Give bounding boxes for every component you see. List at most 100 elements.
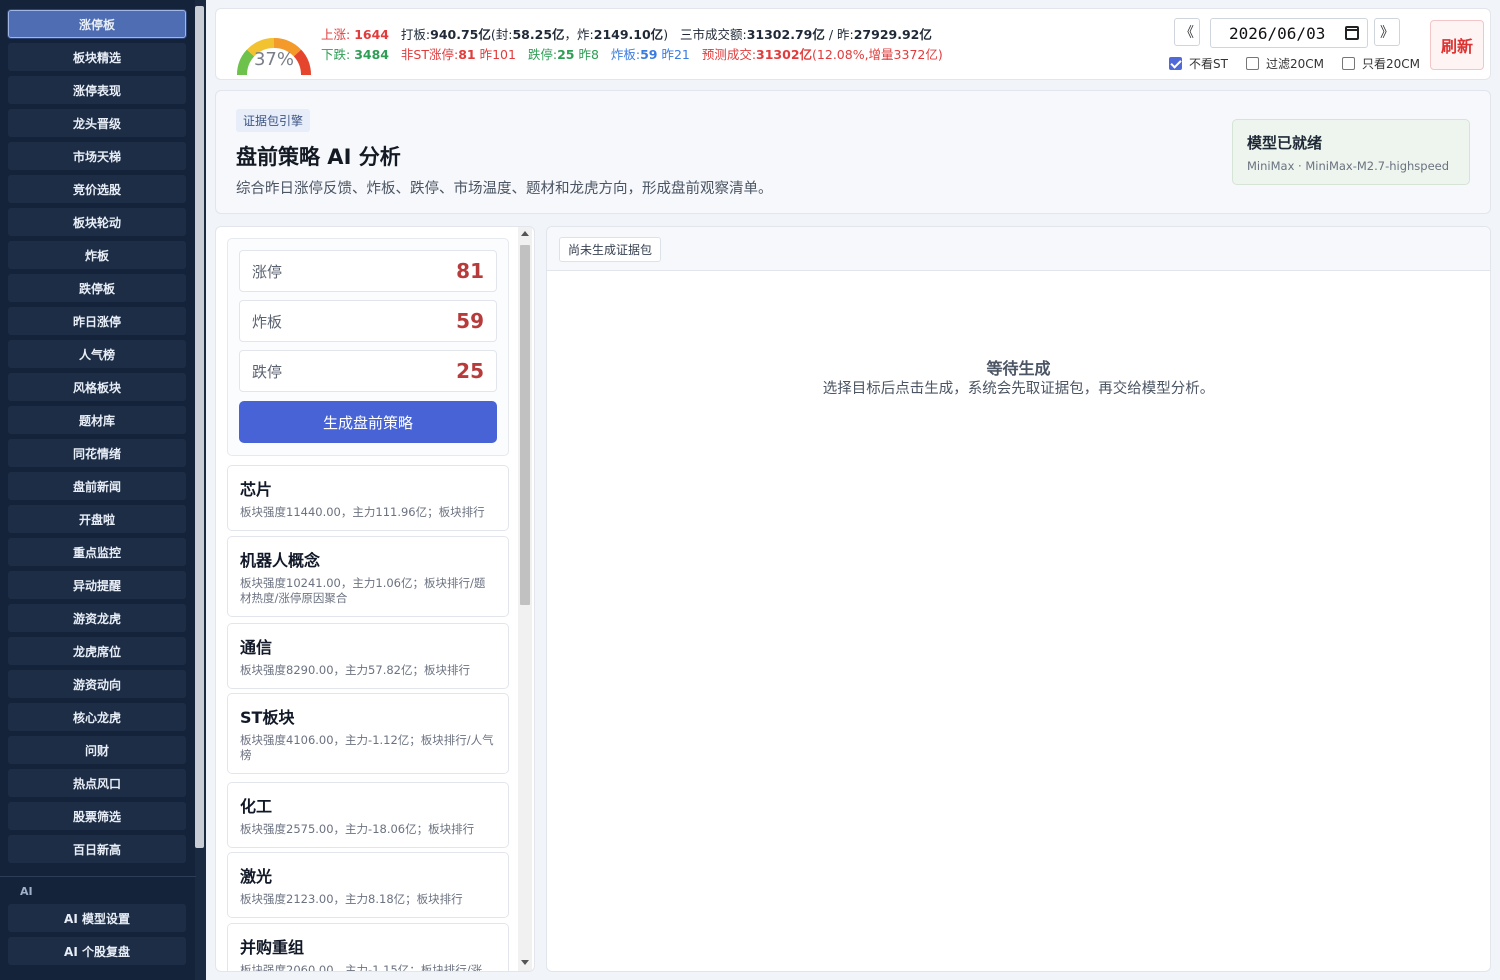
sidebar-item[interactable]: 昨日涨停: [8, 307, 186, 335]
theme-card[interactable]: 机器人概念 板块强度10241.00，主力1.06亿；板块排行/题材热度/涨停原因…: [227, 536, 509, 617]
stat-label: 涨停: [252, 262, 283, 281]
sidebar-item[interactable]: 板块轮动: [8, 208, 186, 236]
sidebar-item[interactable]: 同花情绪: [8, 439, 186, 467]
page-title: 盘前策略 AI 分析: [236, 145, 401, 169]
sidebar-scrollbar-thumb[interactable]: [195, 6, 204, 848]
sidebar-ai-item[interactable]: AI 模型设置: [8, 904, 186, 932]
sidebar-item[interactable]: 重点监控: [8, 538, 186, 566]
sidebar-item[interactable]: 炸板: [8, 241, 186, 269]
theme-description: 板块强度10241.00，主力1.06亿；板块排行/题材热度/涨停原因聚合: [240, 576, 486, 605]
sidebar-ai-item[interactable]: AI 个股复盘: [8, 937, 186, 965]
waiting-title: 等待生成: [986, 359, 1051, 378]
zhaban-prev: 昨21: [661, 47, 690, 62]
strategy-title-panel: 证据包引擎 盘前策略 AI 分析 综合昨日涨停反馈、炸板、跌停、市场温度、题材和…: [215, 90, 1491, 214]
sidebar-item[interactable]: 游资动向: [8, 670, 186, 698]
generate-strategy-button[interactable]: 生成盘前策略: [239, 401, 497, 443]
turnover-prev-amount: 27929.92亿: [853, 27, 932, 42]
sidebar-item[interactable]: 游资龙虎: [8, 604, 186, 632]
down-count: 3484: [354, 47, 389, 62]
sidebar-item[interactable]: 人气榜: [8, 340, 186, 368]
filter-checkbox[interactable]: 过滤20CM: [1245, 55, 1324, 72]
dieting-prev: 昨8: [578, 47, 599, 62]
sidebar-item[interactable]: 开盘啦: [8, 505, 186, 533]
stat-value: 59: [456, 309, 484, 333]
analysis-panel-header: 尚未生成证据包: [547, 227, 1490, 271]
analysis-panel: 尚未生成证据包 等待生成 选择目标后点击生成，系统会先取证据包，再交给模型分析。: [546, 226, 1491, 972]
sidebar-item[interactable]: 异动提醒: [8, 571, 186, 599]
theme-name: 激光: [240, 867, 273, 886]
checkbox-icon[interactable]: [1341, 57, 1355, 70]
sidebar-item[interactable]: 市场天梯: [8, 142, 186, 170]
daban-label: 打板:: [400, 27, 431, 42]
checkbox-icon[interactable]: [1169, 57, 1183, 70]
turnover-label: 三市成交额:: [680, 27, 747, 42]
stat-label: 炸板: [252, 312, 283, 331]
stat-row: 涨停 81: [239, 250, 497, 292]
filter-checkboxes: 不看ST 过滤20CM 只看20CM: [1151, 55, 1420, 72]
theme-description: 板块强度2060.00，主力-1.15亿；板块排行/涨: [240, 963, 483, 972]
prev-date-button[interactable]: 《: [1174, 18, 1200, 46]
stat-row: 炸板 59: [239, 300, 497, 342]
zha-amount: 2149.10亿: [593, 27, 664, 42]
theme-card[interactable]: 芯片板块强度11440.00，主力111.96亿；板块排行: [227, 465, 509, 531]
scroll-up-icon[interactable]: [521, 231, 529, 236]
sidebar-section-ai: AI: [20, 885, 33, 898]
nonst-count: 81: [458, 47, 476, 62]
next-date-button[interactable]: 》: [1374, 18, 1400, 46]
sidebar-ai-nav: AI 模型设置 AI 个股复盘: [8, 904, 186, 970]
feng-label: (封:: [490, 27, 513, 42]
sidebar-item[interactable]: 龙虎席位: [8, 637, 186, 665]
sidebar-item[interactable]: 问财: [8, 736, 186, 764]
theme-name: 芯片: [240, 480, 273, 499]
theme-name: 通信: [240, 638, 273, 657]
theme-card[interactable]: 并购重组 板块强度2060.00，主力-1.15亿；板块排行/涨: [227, 923, 509, 972]
up-count: 1644: [354, 27, 389, 42]
sidebar-nav: 涨停板板块精选涨停表现龙头晋级市场天梯竞价选股板块轮动炸板跌停板昨日涨停人气榜风…: [8, 10, 186, 868]
theme-card[interactable]: 通信 板块强度8290.00，主力57.82亿；板块排行: [227, 623, 509, 689]
sidebar-item[interactable]: 竞价选股: [8, 175, 186, 203]
waiting-description: 选择目标后点击生成，系统会先取证据包，再交给模型分析。: [822, 381, 1215, 397]
theme-description: 板块强度11440.00，主力111.96亿；板块排行: [240, 505, 485, 519]
sidebar-item[interactable]: 涨停板: [8, 10, 186, 38]
sidebar-item[interactable]: 热点风口: [8, 769, 186, 797]
theme-card[interactable]: 化工 板块强度2575.00，主力-18.06亿；板块排行: [227, 782, 509, 848]
up-label: 上涨:: [321, 27, 351, 42]
filter-checkbox[interactable]: 只看20CM: [1341, 55, 1420, 72]
sidebar-item[interactable]: 盘前新闻: [8, 472, 186, 500]
turnover-prev-label: / 昨:: [824, 27, 854, 42]
down-label: 下跌:: [321, 47, 351, 62]
sidebar-item[interactable]: 题材库: [8, 406, 186, 434]
filter-checkbox[interactable]: 不看ST: [1169, 55, 1228, 72]
sidebar-item[interactable]: 板块精选: [8, 43, 186, 71]
theme-card[interactable]: 激光 板块强度2123.00，主力8.18亿；板块排行: [227, 852, 509, 918]
sidebar-item[interactable]: 风格板块: [8, 373, 186, 401]
theme-name: ST板块: [240, 708, 295, 727]
sidebar-item[interactable]: 涨停表现: [8, 76, 186, 104]
theme-card[interactable]: ST板块 板块强度4106.00，主力-1.12亿；板块排行/人气榜: [227, 693, 509, 774]
engine-tag: 证据包引擎: [236, 109, 311, 132]
sidebar-item[interactable]: 核心龙虎: [8, 703, 186, 731]
checkbox-label: 不看ST: [1189, 57, 1228, 71]
sidebar: 涨停板板块精选涨停表现龙头晋级市场天梯竞价选股板块轮动炸板跌停板昨日涨停人气榜风…: [0, 0, 206, 980]
page-description: 综合昨日涨停反馈、炸板、跌停、市场温度、题材和龙虎方向，形成盘前观察清单。: [236, 181, 773, 197]
calendar-icon[interactable]: [1345, 26, 1359, 40]
refresh-button[interactable]: 刷新: [1430, 20, 1484, 70]
sidebar-item[interactable]: 跌停板: [8, 274, 186, 302]
scroll-down-icon[interactable]: [521, 960, 529, 965]
forecast-amount: 31302亿: [756, 47, 813, 62]
checkbox-label: 只看20CM: [1361, 57, 1420, 71]
theme-name: 化工: [240, 797, 273, 816]
date-input[interactable]: 2026/06/03: [1210, 18, 1368, 48]
model-status-title: 模型已就绪: [1247, 134, 1323, 152]
stat-value: 81: [456, 259, 484, 283]
sidebar-item[interactable]: 百日新高: [8, 835, 186, 863]
dieting-count: 25: [557, 47, 575, 62]
left-column: 涨停 81 炸板 59 跌停 25 生成盘前策略 芯片板块强度11440.00，主力111…: [215, 226, 535, 972]
stat-row: 跌停 25: [239, 350, 497, 392]
sidebar-item[interactable]: 股票筛选: [8, 802, 186, 830]
forecast-note: (12.08%,增量3372亿): [812, 47, 943, 62]
checkbox-icon[interactable]: [1245, 57, 1259, 70]
left-scrollbar-thumb[interactable]: [520, 245, 530, 605]
sidebar-item[interactable]: 龙头晋级: [8, 109, 186, 137]
turnover-amount: 31302.79亿: [746, 27, 825, 42]
